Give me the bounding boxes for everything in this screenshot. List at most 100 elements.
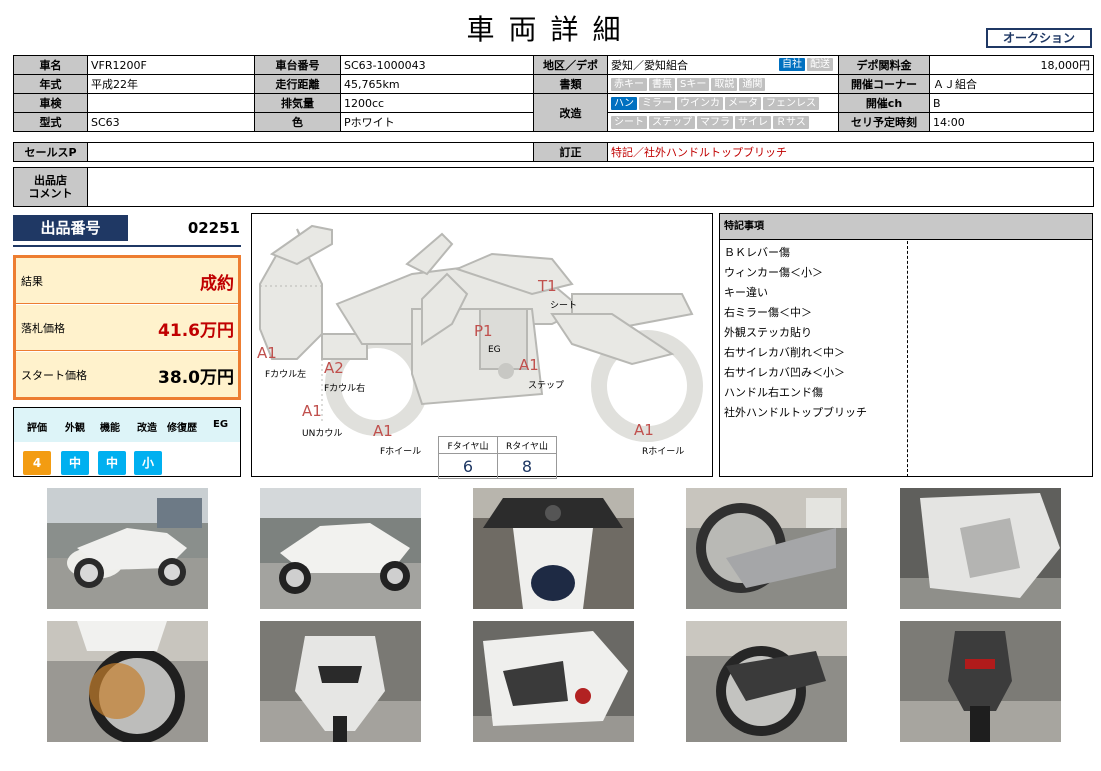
label-mileage: 走行距離 — [254, 74, 341, 94]
damage-label-under-cowl: UNカウル — [302, 429, 343, 439]
label-sales: セールスP — [13, 142, 88, 162]
hammer-price-row: 落札価格 41.6万円 — [16, 305, 238, 351]
docs-tag: Sキー — [677, 78, 710, 91]
start-price-label: スタート価格 — [21, 369, 87, 382]
photo-muffler[interactable] — [686, 488, 847, 609]
note-item: ウィンカー傷＜小＞ — [724, 266, 823, 279]
value-channel: B — [929, 93, 1094, 113]
auction-button[interactable]: オークション — [986, 28, 1092, 48]
value-corner: ＡＪ組合 — [929, 74, 1094, 94]
label-depo-fee: デポ関料金 — [838, 55, 930, 75]
mod-tag: ウインカ — [677, 97, 723, 110]
mod-tags-row1: ハン ミラー ウインカ メータ フェンレス — [607, 93, 839, 113]
value-year: 平成22年 — [87, 74, 255, 94]
note-item: ハンドル右エンド傷 — [724, 386, 823, 399]
grade-header-repair: 修復歴 — [167, 423, 197, 434]
damage-label-step: ステップ — [528, 381, 565, 391]
mod-tag: メータ — [725, 97, 761, 110]
value-frame: SC63-1000043 — [340, 55, 534, 75]
grade-header-rating: 評価 — [27, 423, 47, 434]
label-inspection: 車検 — [13, 93, 88, 113]
region-text: 愛知／愛知組合 — [611, 59, 688, 72]
damage-label-rear-wheel: Rホイール — [642, 447, 685, 457]
photo-right-side[interactable] — [260, 488, 421, 609]
damage-label-eg: EG — [488, 345, 501, 355]
grade-header-eg: EG — [213, 419, 229, 430]
photo-left-cowl[interactable] — [473, 621, 634, 742]
damage-code-under-cowl: A1 — [302, 402, 322, 420]
sales-table: セールスP 訂正 特記／社外ハンドルトップブリッチ — [13, 142, 1094, 162]
label-model: 型式 — [13, 112, 88, 132]
note-item: キー違い — [724, 286, 768, 299]
result-value: 成約 — [200, 274, 234, 294]
note-item: 右ミラー傷＜中＞ — [724, 306, 812, 319]
label-color: 色 — [254, 112, 341, 132]
note-item: 外観ステッカ貼り — [724, 326, 812, 339]
photo-right-cowl[interactable] — [900, 488, 1061, 609]
notes-panel: 特記事項 ＢＫレバー傷 ウィンカー傷＜小＞ キー違い 右ミラー傷＜中＞ 外観ステ… — [719, 213, 1093, 477]
grade-exterior: 中 — [61, 451, 89, 475]
photo-cockpit[interactable] — [473, 488, 634, 609]
tread-rear-label: Rタイヤ山 — [497, 436, 557, 454]
docs-tag: 書無 — [649, 78, 675, 91]
tread-front-value: 6 — [438, 453, 498, 479]
lot-divider — [13, 245, 241, 247]
value-time: 14:00 — [929, 112, 1094, 132]
mod-tag: ステップ — [649, 116, 695, 129]
result-row: 結果 成約 — [16, 258, 238, 304]
label-frame: 車台番号 — [254, 55, 341, 75]
photo-front-wheel[interactable] — [47, 621, 208, 742]
label-name: 車名 — [13, 55, 88, 75]
photo-rear-view[interactable] — [900, 621, 1061, 742]
value-name: VFR1200F — [87, 55, 255, 75]
damage-label-front-cowl-right: Fカウル右 — [324, 384, 366, 394]
damage-code-front-wheel: A1 — [373, 422, 393, 440]
label-docs: 書類 — [533, 74, 608, 94]
value-color: Pホワイト — [340, 112, 534, 132]
damage-code-step: A1 — [519, 356, 539, 374]
grade-mod: 小 — [134, 451, 162, 475]
region-tags: 自社 配送 — [779, 57, 835, 71]
mod-tag: マフラ — [697, 116, 733, 129]
damage-code-seat: T1 — [538, 277, 557, 295]
mod-tag: シート — [611, 116, 647, 129]
hammer-price-label: 落札価格 — [21, 322, 65, 335]
docs-tag: 取説 — [711, 78, 738, 91]
grade-rating: 4 — [23, 451, 51, 475]
value-region: 愛知／愛知組合 自社 配送 — [607, 55, 839, 75]
value-comment — [87, 167, 1094, 207]
tread-rear-value: 8 — [497, 453, 557, 479]
comment-label-2: コメント — [28, 187, 73, 200]
tread-table: Fタイヤ山 Rタイヤ山 6 8 — [438, 436, 557, 479]
label-comment: 出品店 コメント — [13, 167, 88, 207]
damage-label-seat: シート — [550, 301, 578, 311]
value-sales — [87, 142, 534, 162]
value-displacement: 1200cc — [340, 93, 534, 113]
lot-number: 02251 — [187, 219, 240, 237]
mod-tag: Ｒサス — [773, 116, 809, 129]
result-panel: 結果 成約 落札価格 41.6万円 スタート価格 38.0万円 — [13, 255, 241, 400]
grade-function: 中 — [98, 451, 126, 475]
tread-front-label: Fタイヤ山 — [438, 436, 498, 454]
photo-rear-wheel[interactable] — [686, 621, 847, 742]
label-time: セリ予定時刻 — [838, 112, 930, 132]
note-item: ＢＫレバー傷 — [724, 246, 790, 259]
note-item: 右サイレカバ凹み＜小＞ — [724, 366, 845, 379]
label-region: 地区／デポ — [533, 55, 608, 75]
photo-front-view[interactable] — [260, 621, 421, 742]
damage-diagram: T1 シート P1 EG A1 ステップ A1 Fカウル左 A2 Fカウル右 A… — [251, 213, 713, 479]
photo-left-side[interactable] — [47, 488, 208, 609]
label-mod: 改造 — [533, 93, 608, 132]
mod-tag: ハン — [611, 97, 637, 110]
region-tag: 配送 — [807, 58, 833, 71]
hammer-price-value: 41.6万円 — [158, 321, 234, 341]
mod-tag: フェンレス — [763, 97, 819, 110]
label-year: 年式 — [13, 74, 88, 94]
label-corner: 開催コーナー — [838, 74, 930, 94]
region-tag: 自社 — [779, 58, 805, 71]
mod-tag: ミラー — [639, 97, 675, 110]
label-channel: 開催ch — [838, 93, 930, 113]
docs-tag: 赤キー — [611, 78, 647, 91]
note-item: 社外ハンドルトップブリッチ — [724, 406, 867, 419]
damage-code-eg: P1 — [474, 322, 493, 340]
